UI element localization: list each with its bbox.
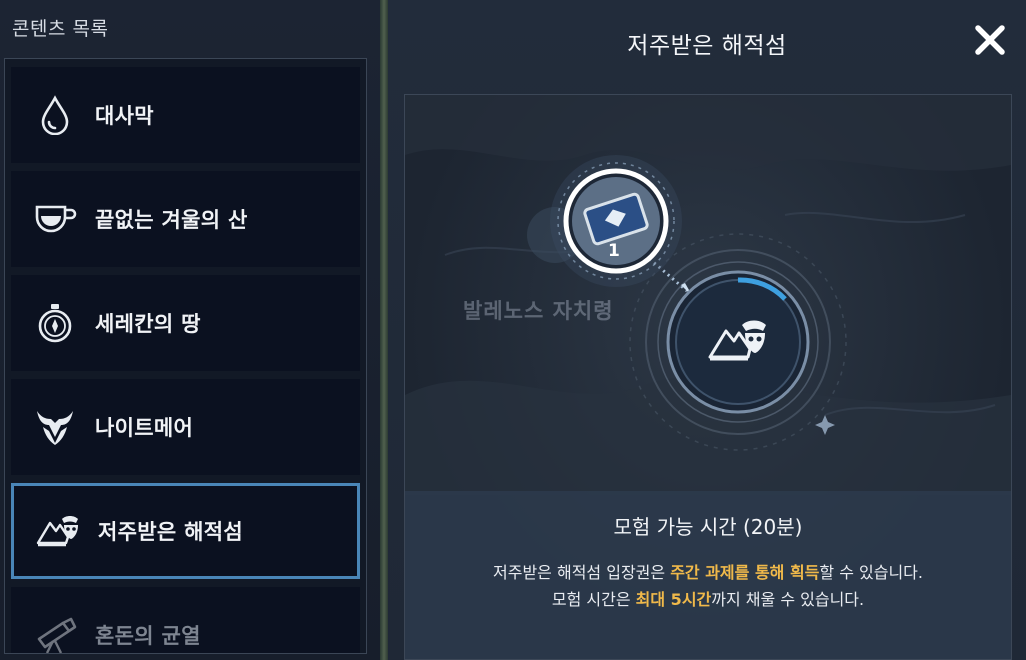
close-icon — [975, 25, 1005, 55]
telescope-icon — [25, 605, 85, 653]
close-button[interactable] — [972, 22, 1008, 58]
panel-divider — [380, 0, 388, 660]
list-item-label: 혼돈의 균열 — [95, 624, 201, 648]
list-item-cursed-pirate-island[interactable]: 저주받은 해적섬 — [11, 483, 360, 579]
info-line-1: 저주받은 해적섬 입장권은 주간 과제를 통해 획득할 수 있습니다. — [405, 559, 1011, 586]
info-text: 모험 시간은 — [551, 590, 636, 609]
content-list[interactable]: 대사막 끝없는 겨울의 산 세레칸의 땅 나이트메어 저주받은 해적섬 혼돈의 … — [4, 58, 367, 654]
info-text: 저주받은 해적섬 입장권은 — [493, 563, 671, 582]
list-item-label: 끝없는 겨울의 산 — [95, 208, 248, 232]
list-item-chaos-rift[interactable]: 혼돈의 균열 — [11, 587, 360, 653]
list-item-nightmare[interactable]: 나이트메어 — [11, 379, 360, 475]
list-item-endless-winter[interactable]: 끝없는 겨울의 산 — [11, 171, 360, 267]
content-detail-panel: 저주받은 해적섬 발레노스 자치령 1 모험 가능 시간 (20분) 저주받은 … — [388, 0, 1026, 660]
info-text: 까지 채울 수 있습니다. — [711, 590, 865, 609]
list-item-label: 대사막 — [95, 104, 154, 128]
map-view: 발레노스 자치령 1 모험 가능 시간 (20분) 저주받은 해적섬 입장권은 … — [404, 94, 1012, 660]
compass-icon — [25, 293, 85, 353]
list-item-serekan-land[interactable]: 세레칸의 땅 — [11, 275, 360, 371]
horned-mask-icon — [25, 397, 85, 457]
info-band: 모험 가능 시간 (20분) 저주받은 해적섬 입장권은 주간 과제를 통해 획… — [405, 491, 1011, 659]
info-text: 할 수 있습니다. — [819, 563, 923, 582]
pirate-island-icon — [28, 501, 88, 561]
content-list-title: 콘텐츠 목록 — [12, 18, 109, 40]
content-list-panel: 콘텐츠 목록 대사막 끝없는 겨울의 산 세레칸의 땅 나이트메어 저주받은 해… — [0, 0, 380, 660]
list-item-great-desert[interactable]: 대사막 — [11, 67, 360, 163]
map-route-graphic — [550, 155, 847, 451]
cup-icon — [25, 189, 85, 249]
list-item-label: 세레칸의 땅 — [95, 312, 201, 336]
info-line-2: 모험 시간은 최대 5시간까지 채울 수 있습니다. — [405, 586, 1011, 613]
detail-title: 저주받은 해적섬 — [627, 33, 787, 59]
water-drop-icon — [25, 85, 85, 145]
adventure-time-title: 모험 가능 시간 (20분) — [613, 515, 803, 539]
ticket-count: 1 — [608, 241, 620, 261]
info-highlight: 최대 5시간 — [635, 590, 712, 609]
info-description: 저주받은 해적섬 입장권은 주간 과제를 통해 획득할 수 있습니다. 모험 시… — [405, 559, 1011, 613]
list-item-label: 나이트메어 — [95, 416, 194, 440]
list-item-label: 저주받은 해적섬 — [98, 520, 243, 544]
info-highlight: 주간 과제를 통해 획득 — [670, 563, 820, 582]
